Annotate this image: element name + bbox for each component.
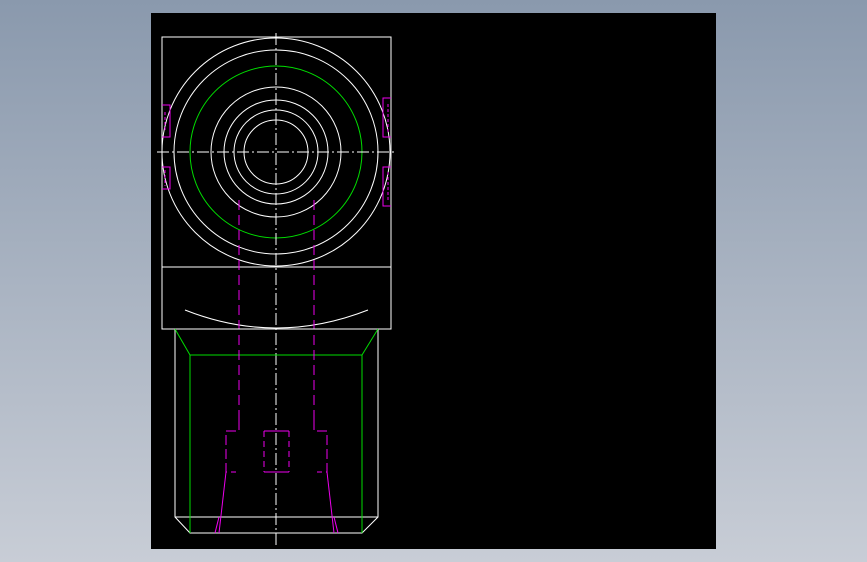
drawing-viewport[interactable] xyxy=(151,13,716,549)
outer-circle xyxy=(161,37,391,267)
engineering-drawing xyxy=(157,33,396,545)
top-view xyxy=(157,33,396,545)
thread-circle xyxy=(189,65,363,239)
left-port-hidden-lines xyxy=(162,104,171,190)
